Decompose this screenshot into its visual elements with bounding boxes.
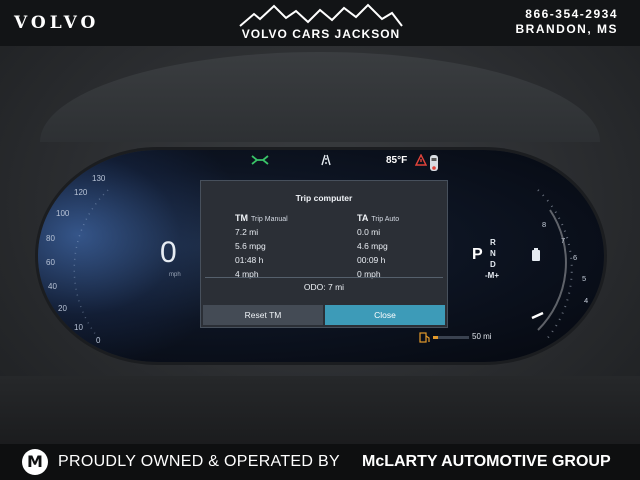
divider [205,277,443,278]
road-icon [321,154,331,166]
speed-scale-label: 120 [74,188,88,197]
battery-icon [532,248,540,261]
warning-icon [415,154,427,166]
rpm-scale-label: 5 [582,274,587,283]
fuel-range: 50 mi [472,332,492,341]
trip-manual-code: TM [235,213,248,223]
owner-banner: M PROUDLY OWNED & OPERATED BY McLARTY AU… [0,444,640,480]
trip-manual-distance: 7.2 mi [235,227,259,237]
tachometer-needle [531,311,544,320]
lane-assist-icon [251,155,269,165]
trip-auto-economy: 4.6 mpg [357,241,388,251]
gear-option: N [490,249,496,258]
rpm-scale-label: 2 [575,340,580,349]
trip-computer-title: Trip computer [295,193,353,203]
speed-scale-label: 40 [48,282,57,291]
volvo-logo: VOLVO [14,13,100,33]
rpm-scale-label: 3 [583,319,588,328]
cluster-hood [40,52,600,142]
speed-scale-label: 60 [46,258,55,267]
location: BRANDON, MS [515,22,618,36]
dealer-name: VOLVO CARS JACKSON [241,27,401,41]
speed-scale-label: 80 [46,234,55,243]
trip-manual-header: TM Trip Manual [235,213,288,223]
gear-option: D [490,260,496,269]
gear-option: R [490,238,496,247]
outside-temperature: 85°F [386,155,408,166]
fuel-level [433,336,439,339]
svg-text:A: A [521,361,526,362]
fuel-pump-icon [419,332,430,343]
odometer: ODO: 7 mi [303,282,345,292]
owned-text: PROUDLY OWNED & OPERATED BY [58,453,340,470]
close-button[interactable]: Close [325,305,445,325]
trip-auto-header: TA Trip Auto [357,213,399,223]
rpm-scale-label: 8 [542,220,547,229]
steering-column-shadow [0,376,640,444]
mclarty-logo: M [22,449,48,475]
speed-scale-label: 20 [58,304,67,313]
reset-tm-button[interactable]: Reset TM [203,305,323,325]
rpm-scale-label: 1 [560,358,564,362]
trip-manual-label: Trip Manual [251,216,288,223]
trip-auto-label: Trip Auto [371,216,400,223]
instrument-cluster: 130 120 100 80 60 40 20 10 0 0 mph 85°F … [38,150,604,362]
mountains-icon [239,3,403,27]
trip-manual-time: 01:48 h [235,255,264,265]
phone-number: 866-354-2934 [525,7,618,21]
car-status-icon [430,155,438,171]
auto-mode-icon: A [516,356,530,362]
speed-scale-label: 0 [96,336,101,345]
dealer-contact: 866-354-2934 BRANDON, MS [516,7,619,37]
dealer-banner: VOLVO VOLVO CARS JACKSON 866-354-2934 BR… [0,0,640,46]
fuel-gauge [433,336,469,339]
rpm-scale-label: 4 [584,296,589,305]
group-name: McLARTY AUTOMOTIVE GROUP [362,453,611,470]
speed-unit: mph [169,272,181,278]
trip-auto-code: TA [357,213,369,223]
trip-auto-time: 00:09 h [357,255,386,265]
speed-scale-label: 10 [74,323,83,332]
speed-scale-label: 130 [92,174,106,183]
dealer-logo: VOLVO CARS JACKSON [236,2,406,44]
rpm-scale-label: 7 [561,236,566,245]
trip-auto-distance: 0.0 mi [357,227,381,237]
speed-scale-label: 100 [56,209,70,218]
trip-manual-economy: 5.6 mpg [235,241,266,251]
rpm-scale-label: 6 [573,253,578,262]
gear-selected: P [472,246,483,263]
gear-option: -M+ [485,271,499,280]
speed-readout: 0 [160,236,177,269]
trip-computer-panel: Trip computer TM Trip Manual 7.2 mi 5.6 m… [200,180,448,328]
dashboard: 130 120 100 80 60 40 20 10 0 0 mph 85°F … [0,46,640,444]
